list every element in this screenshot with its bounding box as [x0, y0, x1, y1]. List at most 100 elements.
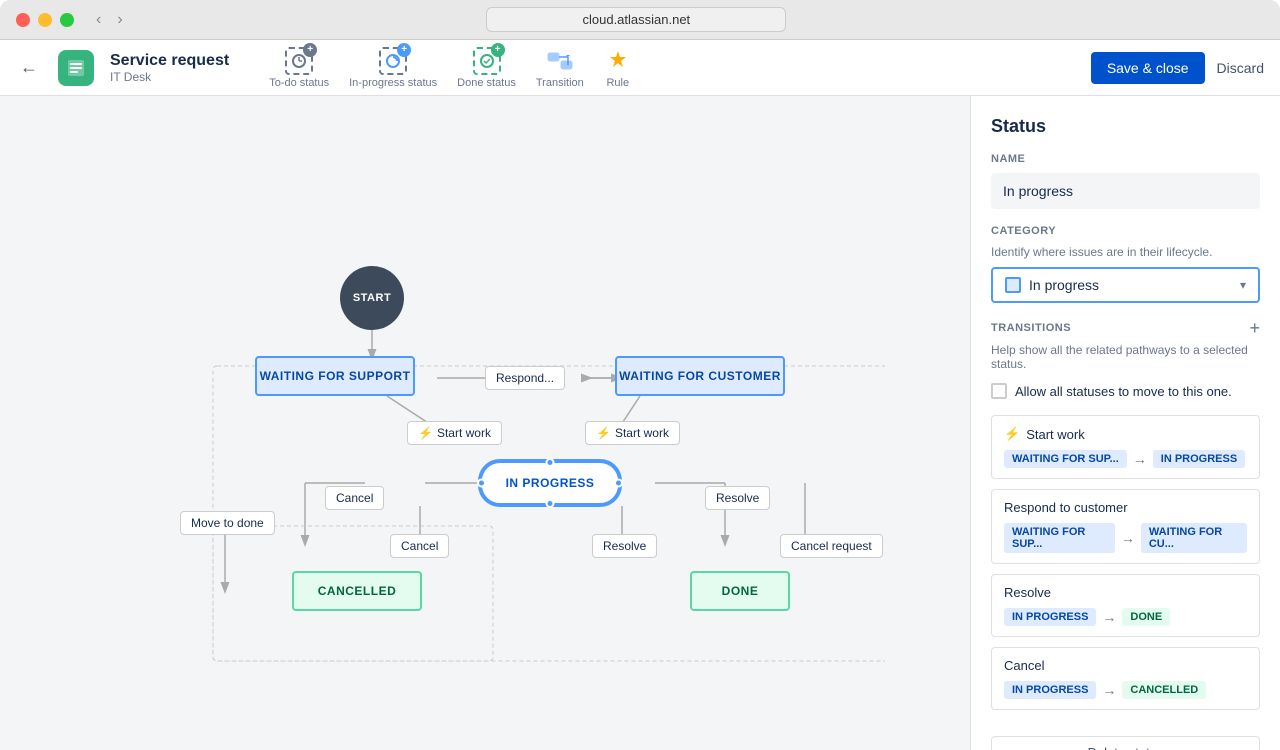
trans-name-0: Start work [1026, 427, 1085, 442]
transitions-section-title: TRANSITIONS [991, 322, 1071, 334]
done-status-label: Done status [457, 77, 516, 89]
start-work-1-transition[interactable]: ⚡Start work [407, 421, 502, 445]
transition-button[interactable]: Transition [536, 47, 584, 89]
category-field-desc: Identify where issues are in their lifec… [991, 245, 1260, 259]
back-button[interactable]: ← [16, 53, 42, 82]
transition-icon [546, 47, 574, 75]
flow-from-2: IN PROGRESS [1004, 608, 1096, 626]
bolt-icon-card-0: ⚡ [1004, 426, 1020, 442]
waiting-customer-node[interactable]: WAITING FOR CUSTOMER [615, 356, 785, 396]
in-progress-node[interactable]: IN PROGRESS [480, 461, 620, 505]
todo-status-icon: + [285, 47, 313, 75]
respond-transition[interactable]: Respond... [485, 366, 565, 390]
trans-name-2: Resolve [1004, 585, 1051, 600]
start-work-2-transition[interactable]: ⚡Start work [585, 421, 680, 445]
category-checkbox [1005, 277, 1021, 293]
trans-name-row-3: Cancel [1004, 658, 1247, 673]
category-select[interactable]: In progress ▾ [991, 267, 1260, 303]
start-label: START [353, 292, 391, 304]
allow-all-checkbox[interactable] [991, 383, 1007, 399]
move-to-done-transition[interactable]: Move to done [180, 511, 275, 535]
transitions-section-desc: Help show all the related pathways to a … [991, 343, 1260, 371]
in-progress-label: IN PROGRESS [506, 476, 595, 490]
nav-arrows: ‹ › [90, 9, 129, 31]
rule-label: Rule [606, 77, 629, 89]
cancelled-node[interactable]: CANCELLED [292, 571, 422, 611]
name-field-label: NAME [991, 153, 1260, 165]
discard-button[interactable]: Discard [1217, 60, 1264, 76]
resolve-2-transition[interactable]: Resolve [592, 534, 657, 558]
todo-status-button[interactable]: + To-do status [269, 47, 329, 89]
flow-to-3: CANCELLED [1122, 681, 1206, 699]
trans-name-3: Cancel [1004, 658, 1044, 673]
cancel-2-label: Cancel [401, 539, 438, 553]
cancelled-label: CANCELLED [318, 584, 397, 598]
trans-name-row-0: ⚡ Start work [1004, 426, 1247, 442]
maximize-button[interactable] [60, 13, 74, 27]
service-icon [58, 50, 94, 86]
transitions-section-header: TRANSITIONS + [991, 319, 1260, 337]
transition-label: Transition [536, 77, 584, 89]
respond-label: Respond... [496, 371, 554, 385]
cancel-2-transition[interactable]: Cancel [390, 534, 449, 558]
waiting-support-label: WAITING FOR SUPPORT [260, 369, 411, 383]
start-work-2-label: Start work [615, 426, 669, 440]
move-to-done-label: Move to done [191, 516, 264, 530]
app-container: ← Service request IT Desk + To-do status [0, 40, 1280, 750]
toolbar-right: Save & close Discard [1091, 52, 1264, 84]
allow-all-label: Allow all statuses to move to this one. [1015, 384, 1232, 399]
canvas-area[interactable]: START WAITING FOR SUPPORT Respond... WAI… [0, 96, 970, 750]
close-button[interactable] [16, 13, 30, 27]
cancel-1-label: Cancel [336, 491, 373, 505]
minimize-button[interactable] [38, 13, 52, 27]
cancel-request-transition[interactable]: Cancel request [780, 534, 883, 558]
trans-name-row-2: Resolve [1004, 585, 1247, 600]
service-info: Service request IT Desk [110, 52, 229, 84]
inprogress-status-label: In-progress status [349, 77, 437, 89]
transition-card-3[interactable]: Cancel IN PROGRESS → CANCELLED [991, 647, 1260, 710]
add-transition-button[interactable]: + [1249, 319, 1260, 337]
category-field-label: CATEGORY [991, 225, 1260, 237]
done-status-button[interactable]: + Done status [457, 47, 516, 89]
panel-title: Status [991, 116, 1260, 137]
inprogress-status-icon: + [379, 47, 407, 75]
done-label: DONE [722, 584, 759, 598]
forward-nav-button[interactable]: › [111, 9, 128, 31]
done-status-icon: + [473, 47, 501, 75]
content-area: START WAITING FOR SUPPORT Respond... WAI… [0, 96, 1280, 750]
waiting-customer-label: WAITING FOR CUSTOMER [619, 369, 781, 383]
flow-row-2: IN PROGRESS → DONE [1004, 608, 1247, 626]
flow-row-3: IN PROGRESS → CANCELLED [1004, 681, 1247, 699]
waiting-support-node[interactable]: WAITING FOR SUPPORT [255, 356, 415, 396]
window-chrome: ‹ › cloud.atlassian.net [0, 0, 1280, 40]
flow-arrow-0: → [1133, 451, 1147, 467]
done-node[interactable]: DONE [690, 571, 790, 611]
transition-card-0[interactable]: ⚡ Start work WAITING FOR SUP... → IN PRO… [991, 415, 1260, 479]
resolve-1-transition[interactable]: Resolve [705, 486, 770, 510]
cancel-1-transition[interactable]: Cancel [325, 486, 384, 510]
url-bar[interactable]: cloud.atlassian.net [486, 7, 786, 32]
transition-card-1[interactable]: Respond to customer WAITING FOR SUP... →… [991, 489, 1260, 564]
diagram-container: START WAITING FOR SUPPORT Respond... WAI… [85, 116, 885, 696]
chevron-down-icon: ▾ [1240, 278, 1246, 292]
rule-icon [604, 47, 632, 75]
delete-status-button[interactable]: Delete status [991, 736, 1260, 750]
toolbar-actions: + To-do status + In-progress status + Do… [269, 47, 632, 89]
flow-arrow-2: → [1102, 609, 1116, 625]
service-name: Service request [110, 52, 229, 70]
flow-row-1: WAITING FOR SUP... → WAITING FOR CU... [1004, 523, 1247, 553]
flow-arrow-3: → [1102, 682, 1116, 698]
flow-row-0: WAITING FOR SUP... → IN PROGRESS [1004, 450, 1247, 468]
window-buttons [16, 13, 74, 27]
top-bar: ← Service request IT Desk + To-do status [0, 40, 1280, 96]
transition-card-2[interactable]: Resolve IN PROGRESS → DONE [991, 574, 1260, 637]
todo-status-label: To-do status [269, 77, 329, 89]
start-node: START [340, 266, 404, 330]
start-work-1-label: Start work [437, 426, 491, 440]
rule-button[interactable]: Rule [604, 47, 632, 89]
right-panel: Status NAME In progress CATEGORY Identif… [970, 96, 1280, 750]
trans-name-row-1: Respond to customer [1004, 500, 1247, 515]
save-close-button[interactable]: Save & close [1091, 52, 1205, 84]
back-nav-button[interactable]: ‹ [90, 9, 107, 31]
inprogress-status-button[interactable]: + In-progress status [349, 47, 437, 89]
